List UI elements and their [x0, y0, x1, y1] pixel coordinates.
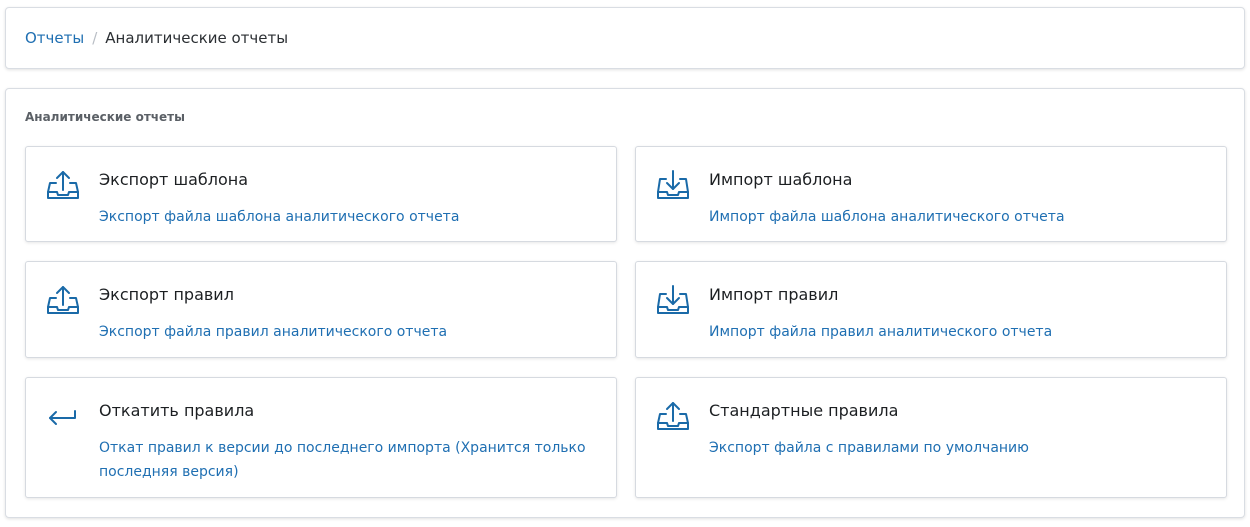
card-title: Экспорт шаблона [99, 170, 249, 189]
default-rules-card[interactable]: Стандартные правила Экспорт файла с прав… [635, 377, 1227, 498]
card-description-link[interactable]: Откат правил к версии до последнего импо… [99, 436, 599, 484]
card-description-link[interactable]: Экспорт файла с правилами по умолчанию [709, 436, 1209, 460]
card-title: Экспорт правил [99, 285, 234, 304]
card-description-link[interactable]: Импорт файла правил аналитического отчет… [709, 320, 1209, 344]
export-icon [655, 398, 691, 434]
export-template-card[interactable]: Экспорт шаблона Экспорт файла шаблона ан… [25, 146, 617, 242]
breadcrumb-link-reports[interactable]: Отчеты [25, 29, 84, 47]
import-icon [655, 282, 691, 318]
export-icon [45, 282, 81, 318]
export-rules-card[interactable]: Экспорт правил Экспорт файла правил анал… [25, 261, 617, 358]
card-title: Импорт шаблона [709, 170, 853, 189]
card-description-link[interactable]: Экспорт файла правил аналитического отче… [99, 320, 599, 344]
panel-title: Аналитические отчеты [25, 110, 185, 124]
analytics-reports-panel: Аналитические отчеты Экспорт шаблона Экс… [5, 88, 1245, 518]
export-icon [45, 167, 81, 203]
card-title: Стандартные правила [709, 401, 899, 420]
import-template-card[interactable]: Импорт шаблона Импорт файла шаблона анал… [635, 146, 1227, 242]
import-rules-card[interactable]: Импорт правил Импорт файла правил аналит… [635, 261, 1227, 358]
breadcrumb-separator: / [92, 29, 98, 47]
card-description-link[interactable]: Экспорт файла шаблона аналитического отч… [99, 205, 599, 229]
rollback-rules-card[interactable]: Откатить правила Откат правил к версии д… [25, 377, 617, 498]
import-icon [655, 167, 691, 203]
card-title: Откатить правила [99, 401, 255, 420]
rollback-icon [45, 398, 81, 434]
breadcrumb-current: Аналитические отчеты [105, 29, 289, 47]
card-description-link[interactable]: Импорт файла шаблона аналитического отче… [709, 205, 1209, 229]
card-title: Импорт правил [709, 285, 839, 304]
breadcrumb: Отчеты / Аналитические отчеты [5, 7, 1245, 69]
